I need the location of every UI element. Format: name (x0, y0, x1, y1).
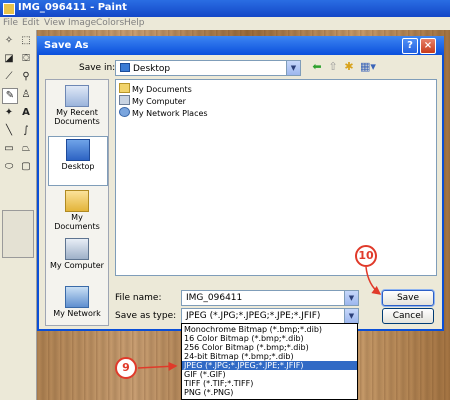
cancel-button[interactable]: Cancel (382, 308, 434, 324)
type-option[interactable]: TIFF (*.TIF;*.TIFF) (182, 379, 357, 388)
file-name: My Network Places (132, 109, 208, 118)
menu-image[interactable]: Image (68, 18, 96, 28)
paint-title-bar: IMG_096411 - Paint (0, 0, 450, 17)
save-button[interactable]: Save (382, 290, 434, 306)
rounded-rect-tool-icon[interactable]: ▢ (19, 160, 33, 174)
menu-colors[interactable]: Colors (96, 18, 124, 28)
menu-view[interactable]: View (44, 18, 65, 28)
place-label: My Network (53, 309, 101, 318)
step-badge-save: 10 (355, 245, 377, 267)
step-badge-type: 9 (115, 357, 137, 379)
type-option[interactable]: 256 Color Bitmap (*.bmp;*.dib) (182, 343, 357, 352)
menu-edit[interactable]: Edit (22, 18, 39, 28)
type-option-label: Monochrome Bitmap (*.bmp;*.dib) (184, 325, 323, 334)
save-in-label: Save in: (79, 63, 116, 73)
chevron-down-icon[interactable]: ▼ (344, 291, 358, 305)
place-label: My Recent Documents (54, 108, 100, 126)
type-option-label: 256 Color Bitmap (*.bmp;*.dib) (184, 343, 309, 352)
type-option-label: TIFF (*.TIF;*.TIFF) (184, 379, 254, 388)
free-select-icon[interactable]: ✧ (2, 34, 16, 48)
file-name: My Documents (132, 85, 192, 94)
type-option[interactable]: 24-bit Bitmap (*.bmp;*.dib) (182, 352, 357, 361)
type-option-label: 16 Color Bitmap (*.bmp;*.dib) (184, 334, 304, 343)
network-icon (119, 107, 130, 117)
desktop-large-icon (66, 139, 90, 161)
rectangle-tool-icon[interactable]: ▭ (2, 142, 16, 156)
my-network-icon (65, 286, 89, 308)
save-in-dropdown[interactable]: Desktop ▼ (115, 60, 301, 76)
place-label: Desktop (61, 162, 95, 171)
type-option[interactable]: Monochrome Bitmap (*.bmp;*.dib) (182, 325, 357, 334)
polygon-tool-icon[interactable]: ⏢ (19, 142, 33, 156)
file-name: My Computer (132, 97, 186, 106)
menu-help[interactable]: Help (124, 18, 145, 28)
desktop-icon (120, 63, 130, 72)
type-option[interactable]: PNG (*.PNG) (182, 388, 357, 397)
dialog-title: Save As (44, 40, 89, 51)
paint-app-icon (3, 3, 15, 15)
type-option-selected[interactable]: JPEG (*.JPG;*.JPEG;*.JPE;*.JFIF) (182, 361, 357, 370)
dialog-title-bar: Save As ? × (37, 36, 444, 55)
new-folder-icon[interactable]: ✱ (342, 60, 356, 74)
paint-window-title: IMG_096411 - Paint (18, 2, 127, 13)
places-bar: My Recent Documents Desktop My Documents… (45, 79, 109, 326)
place-my-documents[interactable]: My Documents (48, 188, 106, 236)
paint-menu-bar: File Edit View Image Colors Help (0, 17, 450, 30)
line-tool-icon[interactable]: ╲ (2, 124, 16, 138)
color-picker-icon[interactable]: ⟋ (2, 70, 16, 84)
file-name-label: File name: (115, 293, 162, 303)
airbrush-icon[interactable]: ✦ (2, 106, 16, 120)
file-name-field[interactable]: IMG_096411 ▼ (181, 290, 359, 306)
save-as-type-label: Save as type: (115, 311, 177, 321)
brush-icon[interactable]: ♙ (19, 88, 33, 102)
computer-icon (119, 95, 130, 105)
type-option-label: 24-bit Bitmap (*.bmp;*.dib) (184, 352, 294, 361)
type-option-label: JPEG (*.JPG;*.JPEG;*.JPE;*.JFIF) (184, 361, 304, 370)
folder-icon (119, 83, 130, 93)
view-menu-icon[interactable]: ▦▾ (360, 60, 376, 74)
pencil-icon[interactable]: ✎ (2, 88, 18, 104)
place-label: My Computer (50, 261, 104, 270)
my-computer-icon (65, 238, 89, 260)
my-documents-icon (65, 190, 89, 212)
save-as-dialog: Save As ? × Save in: Desktop ▼ ⬅ ⇧ ✱ ▦▾ … (37, 36, 444, 331)
help-button[interactable]: ? (402, 38, 418, 54)
chevron-down-icon[interactable]: ▼ (344, 309, 358, 323)
magnifier-icon[interactable]: ⚲ (19, 70, 33, 84)
rect-select-icon[interactable]: ⬚ (19, 34, 33, 48)
back-icon[interactable]: ⬅ (310, 60, 324, 74)
curve-tool-icon[interactable]: ∫ (19, 124, 33, 138)
up-folder-icon[interactable]: ⇧ (326, 60, 340, 74)
list-item[interactable]: My Documents (119, 83, 192, 94)
save-in-value: Desktop (120, 63, 170, 74)
list-item[interactable]: My Computer (119, 95, 186, 106)
tool-options-box[interactable] (2, 210, 34, 258)
list-item[interactable]: My Network Places (119, 107, 208, 118)
text-tool-icon[interactable]: A (19, 106, 33, 120)
place-label: My Documents (54, 213, 100, 231)
save-as-type-value: JPEG (*.JPG;*.JPEG;*.JPE;*.JFIF) (186, 311, 321, 321)
recent-documents-icon (65, 85, 89, 107)
type-option[interactable]: 16 Color Bitmap (*.bmp;*.dib) (182, 334, 357, 343)
chevron-down-icon[interactable]: ▼ (286, 61, 300, 75)
file-name-value: IMG_096411 (186, 293, 243, 303)
eraser-icon[interactable]: ◪ (2, 52, 16, 66)
save-in-text: Desktop (133, 64, 171, 74)
ellipse-tool-icon[interactable]: ⬭ (2, 160, 16, 174)
save-type-options-list: Monochrome Bitmap (*.bmp;*.dib) 16 Color… (181, 323, 358, 400)
place-my-computer[interactable]: My Computer (48, 236, 106, 284)
type-option[interactable]: GIF (*.GIF) (182, 370, 357, 379)
place-desktop[interactable]: Desktop (48, 136, 108, 186)
file-list[interactable]: My Documents My Computer My Network Plac… (115, 79, 437, 276)
save-as-type-dropdown[interactable]: JPEG (*.JPG;*.JPEG;*.JPE;*.JFIF) ▼ (181, 308, 359, 324)
close-button[interactable]: × (420, 38, 436, 54)
type-option-label: GIF (*.GIF) (184, 370, 226, 379)
fill-bucket-icon[interactable]: ⛋ (19, 52, 33, 66)
menu-file[interactable]: File (3, 18, 18, 28)
place-recent-documents[interactable]: My Recent Documents (48, 83, 106, 131)
paint-toolbox: ✧ ⬚ ◪ ⛋ ⟋ ⚲ ✎ ♙ ✦ A ╲ ∫ ▭ ⏢ ⬭ ▢ (0, 30, 37, 400)
type-option-label: PNG (*.PNG) (184, 388, 234, 397)
place-my-network[interactable]: My Network (48, 284, 106, 332)
